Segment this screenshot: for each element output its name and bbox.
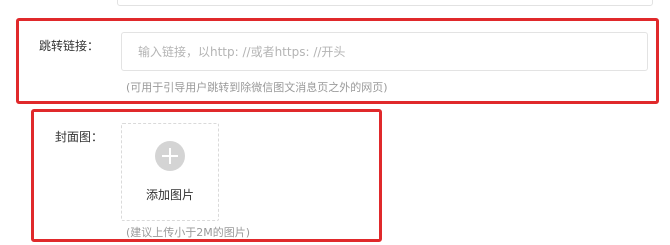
add-image-button[interactable]: 添加图片 — [121, 123, 219, 221]
link-field-hint: (可用于引导用户跳转到除微信图文消息页之外的网页) — [126, 81, 388, 94]
previous-field-input[interactable] — [117, 0, 653, 6]
cover-field-hint: (建议上传小于2M的图片) — [126, 226, 251, 239]
plus-icon — [155, 141, 185, 171]
link-field-label: 跳转链接： — [39, 39, 100, 53]
link-input[interactable] — [121, 32, 648, 71]
cover-field-label: 封面图： — [55, 130, 104, 144]
add-image-label: 添加图片 — [145, 188, 194, 202]
